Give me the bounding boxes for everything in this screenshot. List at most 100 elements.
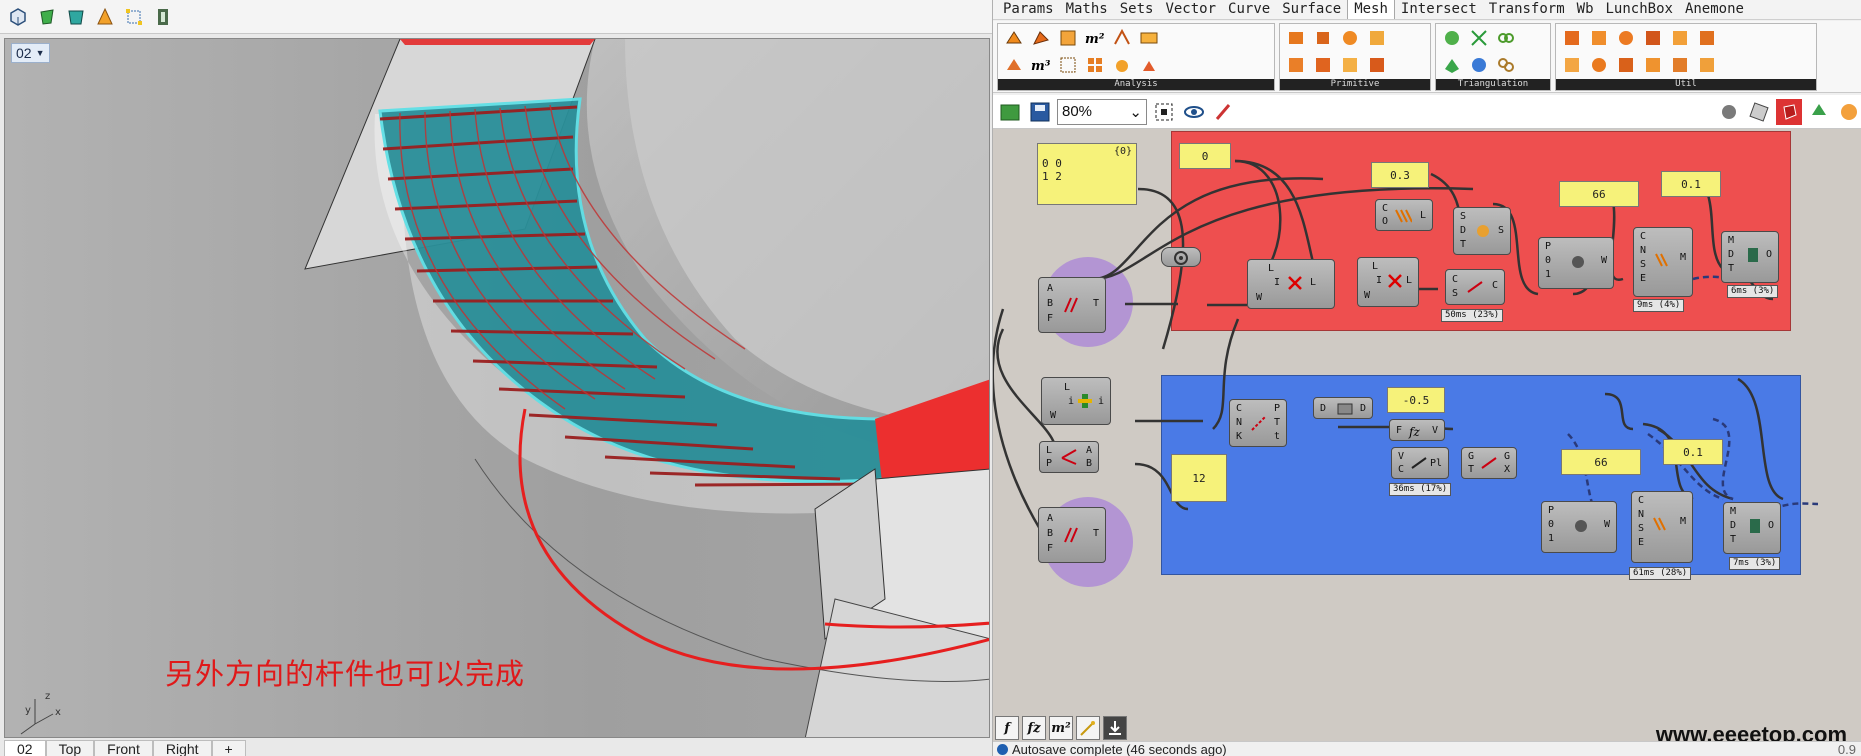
- mesh-sphere-icon[interactable]: [1338, 26, 1362, 50]
- tab-params[interactable]: Params: [997, 0, 1060, 19]
- smooth-icon[interactable]: [1614, 26, 1638, 50]
- area-button[interactable]: m²: [1049, 716, 1073, 740]
- mesh-inclusion-icon[interactable]: [1110, 26, 1134, 50]
- component-pipe-bottom[interactable]: P01W: [1541, 501, 1617, 553]
- slider-66-top[interactable]: 66: [1559, 181, 1639, 207]
- align-icon[interactable]: [1668, 53, 1692, 77]
- quadrangulate-icon[interactable]: [1560, 53, 1584, 77]
- mesh-triangle-icon[interactable]: [1338, 53, 1362, 77]
- flip-icon[interactable]: [1695, 26, 1719, 50]
- mesh-volume-icon[interactable]: m³: [1029, 53, 1053, 77]
- zoom-extents-icon[interactable]: [1151, 99, 1177, 125]
- disjoint-icon[interactable]: [1614, 53, 1638, 77]
- slider-0[interactable]: 0: [1179, 143, 1231, 169]
- tab-sets[interactable]: Sets: [1114, 0, 1160, 19]
- sketch-pen-icon[interactable]: [1211, 99, 1237, 125]
- preview-shaded-icon[interactable]: [1746, 99, 1772, 125]
- perspective-viewport[interactable]: z x y 02 ▼ 另外方向的杆件也可以完成: [4, 38, 990, 738]
- add-tab-button[interactable]: +: [211, 740, 246, 756]
- component-cnse-top[interactable]: CNSEM: [1633, 227, 1693, 297]
- tab-mesh[interactable]: Mesh: [1347, 0, 1395, 19]
- slider-0-1-bottom[interactable]: 0.1: [1663, 439, 1723, 465]
- save-file-icon[interactable]: [1027, 99, 1053, 125]
- join-icon[interactable]: [1668, 26, 1692, 50]
- slider-0-1-top[interactable]: 0.1: [1661, 171, 1721, 197]
- tab-lunchbox[interactable]: LunchBox: [1600, 0, 1679, 19]
- component-cull-top-2[interactable]: LIWL: [1357, 257, 1419, 307]
- tab-surface[interactable]: Surface: [1276, 0, 1347, 19]
- component-pipe-top[interactable]: P01W: [1538, 237, 1614, 289]
- proximity-icon[interactable]: [1494, 53, 1518, 77]
- component-cnse-bottom[interactable]: CNSEM: [1631, 491, 1693, 563]
- cone-icon[interactable]: [93, 5, 117, 29]
- gem-icon[interactable]: [35, 5, 59, 29]
- mesh-plane-icon[interactable]: [1365, 26, 1389, 50]
- component-vc-pl[interactable]: V C Pl: [1391, 447, 1449, 479]
- bounding-box-icon[interactable]: [122, 5, 146, 29]
- tab-intersect[interactable]: Intersect: [1395, 0, 1483, 19]
- mesh-deconstruct-icon[interactable]: [1110, 53, 1134, 77]
- tab-curve[interactable]: Curve: [1222, 0, 1276, 19]
- tab-vector[interactable]: Vector: [1159, 0, 1222, 19]
- bake-icon[interactable]: [1806, 99, 1832, 125]
- slider-neg-0-5[interactable]: -0.5: [1387, 387, 1445, 413]
- settings-icon[interactable]: [1695, 53, 1719, 77]
- mesh-shadow-icon[interactable]: [1137, 53, 1161, 77]
- data-panel[interactable]: {0} 0 0 1 2: [1037, 143, 1137, 205]
- function-button[interactable]: f: [995, 716, 1019, 740]
- box-icon[interactable]: [6, 5, 30, 29]
- slider-66-bottom[interactable]: 66: [1561, 449, 1641, 475]
- mesh-eval-icon[interactable]: [1137, 26, 1161, 50]
- component-mdt-bottom[interactable]: MDTO: [1723, 502, 1781, 554]
- cull-faces-icon[interactable]: [1641, 53, 1665, 77]
- open-file-icon[interactable]: [997, 99, 1023, 125]
- triangulate-icon[interactable]: [1587, 53, 1611, 77]
- component-list-item[interactable]: LPAB: [1039, 441, 1099, 473]
- grasshopper-icon[interactable]: [151, 5, 175, 29]
- component-cnk[interactable]: CNKPTt: [1229, 399, 1287, 447]
- component-cull-top-1[interactable]: LIWL: [1247, 259, 1335, 309]
- preview-wireframe-icon[interactable]: [1716, 99, 1742, 125]
- tab-right[interactable]: Right: [152, 740, 212, 756]
- mesh-brep-icon[interactable]: [1284, 53, 1308, 77]
- component-range-abt-top[interactable]: ABFT: [1038, 277, 1106, 333]
- mesh-edges-icon[interactable]: [1056, 26, 1080, 50]
- grasshopper-canvas[interactable]: {0} 0 0 1 2 0 0.3 66 0.1 -0.5 12 66 0.1 …: [993, 129, 1861, 741]
- component-fv[interactable]: FV fz: [1389, 419, 1445, 441]
- download-icon[interactable]: [1103, 716, 1127, 740]
- tab-wb[interactable]: Wb: [1571, 0, 1600, 19]
- component-sdt[interactable]: SDTS: [1453, 207, 1511, 255]
- tab-front[interactable]: Front: [94, 740, 153, 756]
- substrate-icon[interactable]: [1467, 53, 1491, 77]
- slider-0-3[interactable]: 0.3: [1371, 162, 1429, 188]
- mesh-analysis-icon[interactable]: [1002, 26, 1026, 50]
- display-icon[interactable]: [1836, 99, 1861, 125]
- component-d-d[interactable]: DD: [1313, 397, 1373, 419]
- mesh-depth-icon[interactable]: [1002, 53, 1026, 77]
- tab-transform[interactable]: Transform: [1483, 0, 1571, 19]
- zoom-dropdown[interactable]: 80% ⌄: [1057, 98, 1147, 125]
- mesh-construct-icon[interactable]: [1365, 53, 1389, 77]
- mesh-closest-icon[interactable]: [1029, 26, 1053, 50]
- component-gt-gx[interactable]: GTGX: [1461, 447, 1517, 479]
- mesh-box-icon[interactable]: [1284, 26, 1308, 50]
- expression-button[interactable]: fz: [1022, 716, 1046, 740]
- component-cs-c[interactable]: CSC: [1445, 269, 1505, 305]
- tab-maths[interactable]: Maths: [1060, 0, 1114, 19]
- weld-icon[interactable]: [1560, 26, 1584, 50]
- component-range-abt-bottom[interactable]: ABFT: [1038, 507, 1106, 563]
- mesh-surface-icon[interactable]: [1440, 53, 1464, 77]
- convex-hull-icon[interactable]: [1494, 26, 1518, 50]
- mesh-cylinder-icon[interactable]: [1311, 26, 1335, 50]
- mesh-faces-icon[interactable]: [1083, 53, 1107, 77]
- viewport-name-menu[interactable]: 02 ▼: [11, 43, 50, 63]
- split-icon[interactable]: [1641, 26, 1665, 50]
- slider-12[interactable]: 12: [1171, 454, 1227, 502]
- component-length-top[interactable]: LiWi: [1041, 377, 1111, 425]
- relay-node[interactable]: [1161, 247, 1201, 267]
- mesh-bbox-icon[interactable]: [1056, 53, 1080, 77]
- surface-icon[interactable]: [64, 5, 88, 29]
- component-mdt-top[interactable]: MDTO: [1721, 231, 1779, 283]
- preview-selected-icon[interactable]: [1776, 98, 1802, 125]
- mesh-area-icon[interactable]: m²: [1083, 26, 1107, 50]
